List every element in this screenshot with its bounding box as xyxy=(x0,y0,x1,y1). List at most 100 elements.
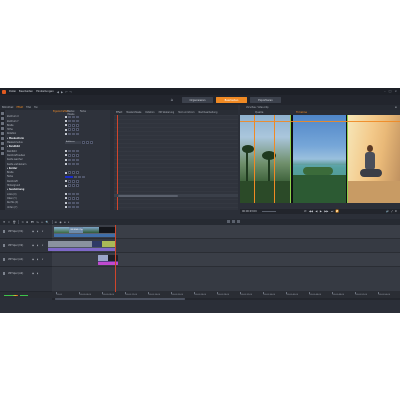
mask-guide-line[interactable] xyxy=(240,121,400,122)
keyframe-toggle[interactable] xyxy=(72,201,75,204)
property-label[interactable]: ▾ Ausdehnung xyxy=(7,188,47,191)
keyframe-toggle[interactable] xyxy=(72,128,75,131)
property-row[interactable]: Randbild xyxy=(7,149,111,153)
undo-icon[interactable]: ↶ xyxy=(65,90,67,94)
go-to-start-icon[interactable]: ⏮ xyxy=(304,210,306,213)
volume-icon[interactable]: 🔊 xyxy=(386,210,389,213)
numeric-field[interactable] xyxy=(68,162,71,166)
keyframe-toggle[interactable] xyxy=(72,184,75,187)
keyframe-toggle[interactable] xyxy=(72,197,75,200)
numeric-field[interactable] xyxy=(68,184,71,187)
numeric-field[interactable] xyxy=(74,175,77,179)
numeric-field[interactable] xyxy=(68,205,71,209)
numeric-field[interactable] xyxy=(68,124,71,127)
timeline-playhead[interactable] xyxy=(115,225,116,292)
value-knob-icon[interactable] xyxy=(65,206,67,209)
numeric-field[interactable] xyxy=(68,171,71,174)
property-label[interactable]: ▾ Maskenform xyxy=(7,137,47,140)
ellipse-tool-icon[interactable] xyxy=(1,132,4,135)
property-row[interactable]: Breite xyxy=(7,124,111,128)
value-knob-icon[interactable] xyxy=(65,115,67,118)
track-lane[interactable] xyxy=(48,239,400,253)
numeric-field[interactable] xyxy=(68,119,71,123)
property-label[interactable]: ▾ Kontur xyxy=(7,167,47,170)
kf-col-rotation[interactable]: Rotation xyxy=(143,111,156,114)
value-knob-icon[interactable] xyxy=(65,184,67,187)
property-row[interactable]: Breite xyxy=(7,171,111,175)
keyframe-toggle[interactable] xyxy=(72,180,75,183)
kf-col-effect[interactable]: Effekt xyxy=(114,111,124,114)
property-row[interactable]: Deckkraft außen xyxy=(7,154,111,158)
keyframe-toggle[interactable] xyxy=(78,175,81,179)
track-header[interactable]: VIP Spur (A2) ◉ ◖ xyxy=(0,267,52,292)
view-mode-icon[interactable] xyxy=(232,220,235,223)
value-knob-icon[interactable] xyxy=(65,197,67,200)
pause-icon[interactable]: ⏸ xyxy=(68,221,69,224)
record-icon[interactable]: ◉ xyxy=(59,221,61,224)
value-knob-icon[interactable] xyxy=(65,158,67,161)
mode-tab-export[interactable]: Exportieren xyxy=(250,97,281,103)
track-header[interactable]: VIP Spur (V2) ◉ ◖ ▾ xyxy=(0,239,52,253)
reset-button[interactable] xyxy=(76,192,79,196)
view-mode-icon[interactable] xyxy=(227,220,230,223)
numeric-field[interactable] xyxy=(68,154,71,157)
numeric-field[interactable] xyxy=(82,141,85,144)
forward-icon[interactable]: ▶ xyxy=(61,90,63,94)
menu-item-settings[interactable]: Einstellungen xyxy=(36,90,54,93)
zoom-tool-icon[interactable] xyxy=(1,152,4,155)
lock-icon[interactable] xyxy=(3,230,5,233)
keyframe-toggle[interactable] xyxy=(72,171,75,174)
speaker-icon[interactable]: ◖ xyxy=(37,258,38,261)
mode-tab-organize[interactable]: Organisieren xyxy=(182,97,213,103)
value-knob-icon[interactable] xyxy=(65,171,67,174)
track-header[interactable]: VIP Spur (A1) ◉ ◖ ▾ xyxy=(0,253,52,267)
column-properties[interactable]: Eigenschaften xyxy=(53,110,69,114)
property-row[interactable]: Unten (Y) xyxy=(7,205,111,209)
reset-button[interactable] xyxy=(76,124,79,127)
mask-guide-line[interactable] xyxy=(290,115,291,203)
reset-button[interactable] xyxy=(76,132,79,136)
text-tool-icon[interactable] xyxy=(1,137,4,140)
video-clip[interactable] xyxy=(48,241,116,251)
reset-button[interactable] xyxy=(76,180,79,183)
pointer-tool-icon[interactable] xyxy=(1,112,4,115)
rectangle-tool-icon[interactable] xyxy=(1,127,4,130)
menu-icon[interactable]: ☰ xyxy=(55,221,57,224)
reset-button[interactable] xyxy=(76,201,79,204)
track-lane[interactable] xyxy=(52,267,400,292)
hand-tool-icon[interactable] xyxy=(1,147,4,150)
property-row[interactable]: ▾ Randbild xyxy=(7,145,111,149)
numeric-field[interactable] xyxy=(68,197,71,200)
settings-gear-icon[interactable]: ⚙ xyxy=(395,210,397,213)
brush-tool-icon[interactable] xyxy=(1,117,4,120)
reset-button[interactable] xyxy=(76,115,79,118)
property-row[interactable]: Farbe xyxy=(7,175,111,179)
video-clip[interactable]: ORIGINAL Clip xyxy=(54,227,116,237)
value-knob-icon[interactable] xyxy=(65,120,67,123)
property-row[interactable]: Zentrum Y xyxy=(7,119,111,123)
speaker-icon[interactable]: ◖ xyxy=(37,244,38,247)
player-menu-icon[interactable]: ☰ xyxy=(395,106,397,109)
delete-icon[interactable]: 🗑 xyxy=(13,221,16,224)
tab-audio[interactable]: Ton xyxy=(34,106,38,109)
value-knob-icon[interactable] xyxy=(65,132,67,135)
reset-button[interactable] xyxy=(76,158,79,161)
chevron-down-icon[interactable]: ▾ xyxy=(42,230,43,233)
property-row[interactable]: Deckkraft xyxy=(7,180,111,184)
marker-icon[interactable]: ⚑ xyxy=(3,221,5,224)
value-knob-icon[interactable] xyxy=(65,180,67,183)
reset-button[interactable] xyxy=(82,175,85,179)
keyframe-toggle[interactable] xyxy=(72,149,75,153)
tab-title[interactable]: Titel xyxy=(26,106,31,109)
eraser-tool-icon[interactable] xyxy=(1,142,4,145)
minimize-icon[interactable]: – xyxy=(384,89,386,93)
value-knob-icon[interactable] xyxy=(65,201,67,204)
keyframe-toggle[interactable] xyxy=(72,132,75,136)
keyframe-toggle[interactable] xyxy=(86,141,89,144)
go-to-end-icon[interactable]: ⏭ xyxy=(331,210,333,213)
eye-icon[interactable]: ◉ xyxy=(32,258,34,261)
value-knob-icon[interactable] xyxy=(65,128,67,131)
property-row[interactable]: ▾ Maskenform xyxy=(7,137,111,141)
property-row[interactable]: Maskenmodus Addieren xyxy=(7,141,111,145)
property-row[interactable]: Oben (Y) xyxy=(7,197,111,201)
